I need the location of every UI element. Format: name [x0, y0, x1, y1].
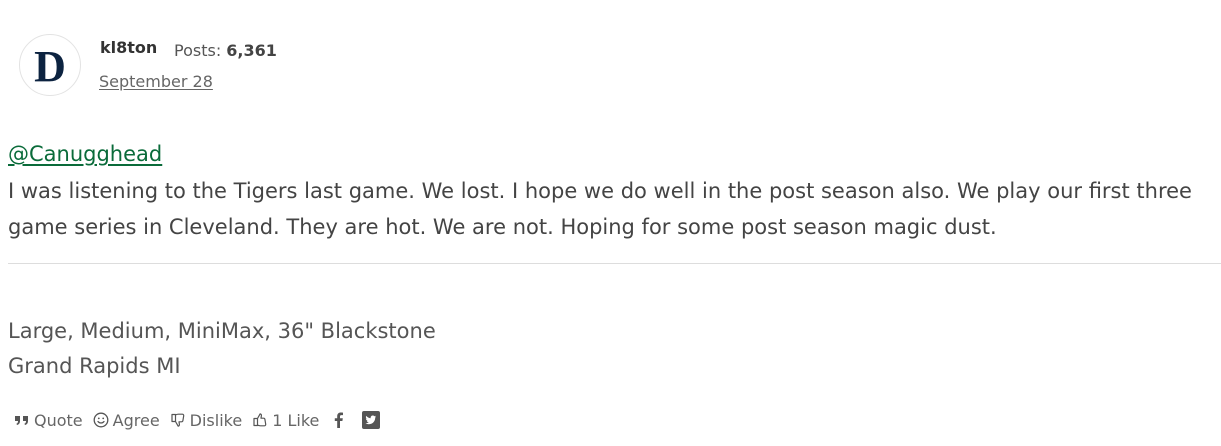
author-name[interactable]: kl8ton [100, 38, 157, 57]
post-count: Posts: 6,361 [174, 41, 277, 60]
thumbs-up-icon [253, 413, 267, 427]
facebook-icon [335, 412, 344, 428]
smile-icon [93, 412, 109, 428]
signature-line: Grand Rapids MI [8, 354, 181, 378]
facebook-share-button[interactable] [329, 410, 349, 430]
quote-button[interactable]: Quote [14, 411, 83, 430]
thumbs-down-icon [171, 413, 184, 427]
post-date-link[interactable]: September 28 [99, 72, 213, 91]
tigers-logo-icon: D [34, 42, 66, 91]
quote-icon [15, 416, 28, 425]
mention-link[interactable]: @Canugghead [8, 142, 162, 166]
posts-label: Posts: [174, 41, 222, 60]
dislike-label: Dislike [189, 410, 243, 430]
quote-label: Quote [34, 410, 83, 430]
twitter-share-button[interactable] [361, 410, 381, 430]
like-count: 1 [272, 410, 283, 430]
like-button[interactable]: 1 Like [252, 411, 319, 430]
reaction-bar: Quote Agree Dislike 1 Like [14, 410, 393, 430]
signature-line: Large, Medium, MiniMax, 36" Blackstone [8, 319, 436, 343]
agree-label: Agree [112, 410, 160, 430]
dislike-button[interactable]: Dislike [170, 410, 243, 430]
like-label: Like [287, 410, 320, 430]
post-body: I was listening to the Tigers last game.… [8, 179, 1192, 239]
signature: Large, Medium, MiniMax, 36" Blackstone G… [8, 314, 436, 384]
posts-value: 6,361 [226, 41, 277, 60]
twitter-icon [362, 411, 381, 429]
avatar[interactable]: D [19, 34, 81, 96]
signature-divider [8, 263, 1221, 264]
svg-text:D: D [34, 42, 66, 91]
agree-button[interactable]: Agree [93, 411, 160, 430]
